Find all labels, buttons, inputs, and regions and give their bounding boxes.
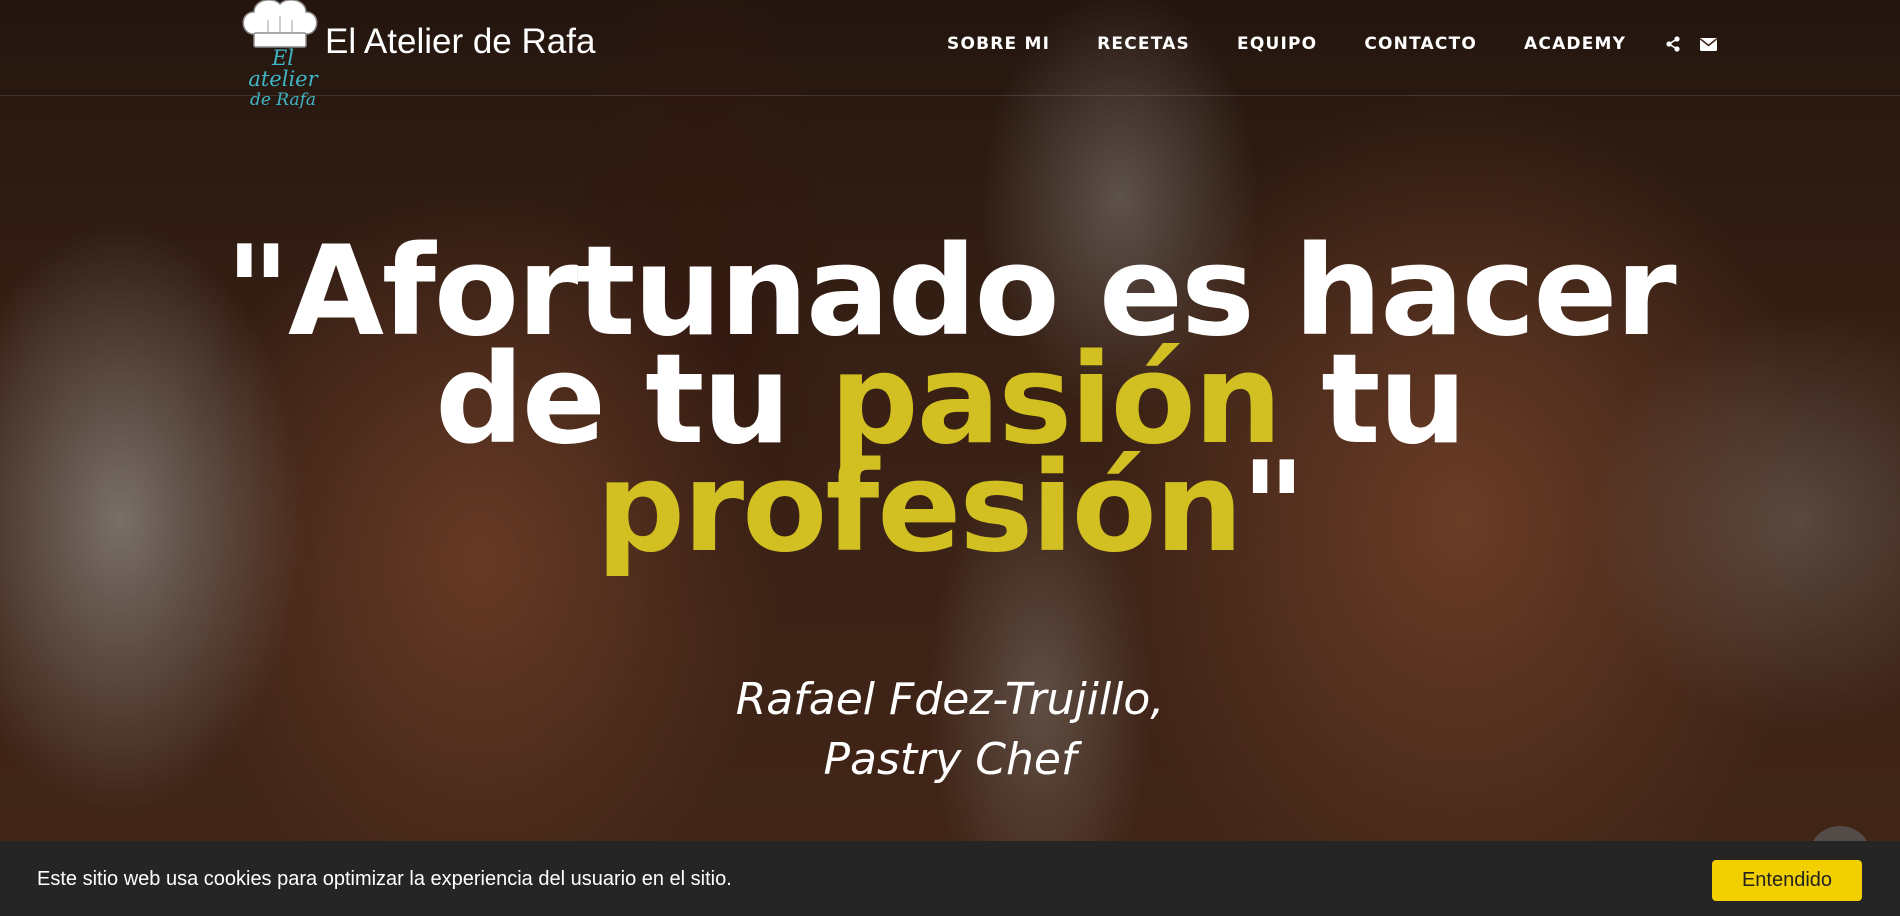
quote-attribution: Rafael Fdez-Trujillo, Pastry Chef [560,670,1340,790]
attribution-role: Pastry Chef [823,734,1077,785]
hero-quote: "Afortunado es hacer de tu pasión tu pro… [200,230,1700,570]
nav-item-academy[interactable]: ACADEMY [1524,34,1626,54]
logo-script-text: El atelier de Rafa [240,48,326,111]
main-nav: SOBRE MI RECETAS EQUIPO CONTACTO ACADEMY [947,34,1737,54]
chef-hat-icon [242,0,318,48]
logo-script-line1: El atelier [248,46,318,91]
attribution-name: Rafael Fdez-Trujillo, [735,674,1165,725]
nav-item-recetas[interactable]: RECETAS [1097,34,1190,54]
quote-line-2-end: tu [1280,328,1467,473]
cookie-accept-button[interactable]: Entendido [1712,860,1862,901]
envelope-icon[interactable] [1700,37,1718,51]
quote-line-3: profesión" [200,446,1700,570]
top-navbar: El atelier de Rafa El Atelier de Rafa SO… [0,0,1900,110]
share-icon[interactable] [1666,36,1680,52]
nav-item-sobre-mi[interactable]: SOBRE MI [947,34,1050,54]
site-title[interactable]: El Atelier de Rafa [325,22,595,62]
nav-item-equipo[interactable]: EQUIPO [1237,34,1317,54]
cookie-banner: Este sitio web usa cookies para optimiza… [0,841,1900,916]
quote-highlight-profesion: profesión [596,436,1243,581]
cookie-notice-text: Este sitio web usa cookies para optimiza… [37,868,732,890]
site-logo[interactable]: El atelier de Rafa [236,0,326,110]
logo-script-line2: de Rafa [249,90,317,110]
nav-item-contacto[interactable]: CONTACTO [1364,34,1477,54]
quote-closing-mark: " [1241,436,1306,581]
